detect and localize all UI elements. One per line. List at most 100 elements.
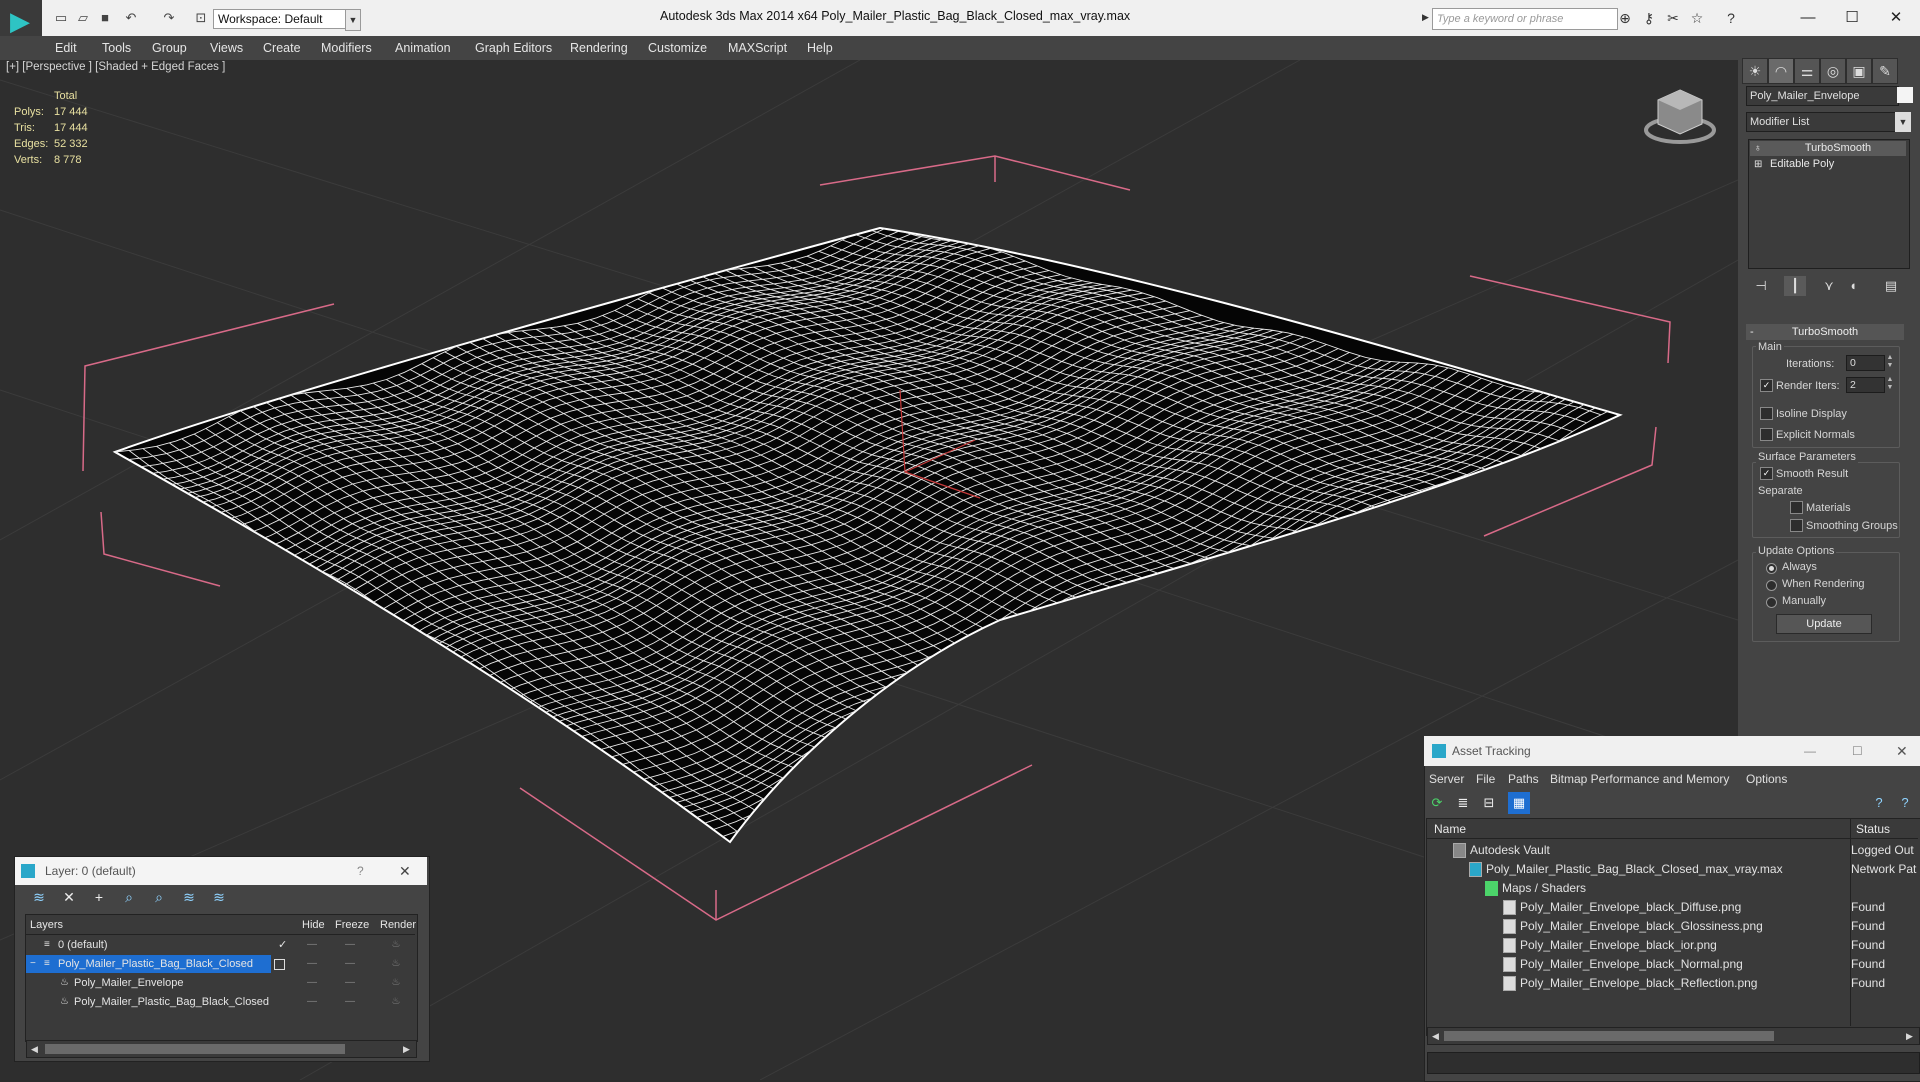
freeze-column-header[interactable]: Freeze xyxy=(335,916,369,934)
search-expand-icon[interactable]: ▶ xyxy=(1422,12,1430,24)
menu-graph-editors[interactable]: Graph Editors xyxy=(475,36,552,60)
asset-row[interactable]: Maps / Shaders xyxy=(1427,879,1920,898)
freeze-toggle[interactable]: — xyxy=(344,993,356,1011)
motion-tab-icon[interactable]: ◎ xyxy=(1820,58,1846,84)
explicit-normals-checkbox[interactable] xyxy=(1760,428,1773,441)
stack-item-turbosmooth[interactable]: ♁ TurboSmooth xyxy=(1750,141,1906,156)
hide-toggle[interactable]: — xyxy=(306,936,318,954)
pin-stack-icon[interactable]: ⊣ xyxy=(1750,276,1772,296)
menu-edit[interactable]: Edit xyxy=(55,36,77,60)
turbosmooth-rollout-header[interactable]: - TurboSmooth xyxy=(1746,324,1904,340)
asset-row[interactable]: Poly_Mailer_Envelope_black_ior.png Found xyxy=(1427,936,1920,955)
asset-menu-file[interactable]: File xyxy=(1476,770,1495,788)
menu-modifiers[interactable]: Modifiers xyxy=(321,36,372,60)
new-layer-icon[interactable]: ≋ xyxy=(28,886,50,908)
project-folder-icon[interactable]: ⊡ xyxy=(192,10,210,26)
asset-menu-server[interactable]: Server xyxy=(1429,770,1464,788)
communication-center-icon[interactable]: ✂ xyxy=(1664,10,1682,26)
maximize-button[interactable]: ☐ xyxy=(1852,736,1863,766)
menu-maxscript[interactable]: MAXScript xyxy=(728,36,787,60)
maximize-button[interactable]: ☐ xyxy=(1830,6,1874,30)
redo-icon[interactable]: ↷ xyxy=(160,10,178,26)
object-color-swatch[interactable] xyxy=(1897,87,1913,103)
viewport-label[interactable]: [+] [Perspective ] [Shaded + Edged Faces… xyxy=(6,60,225,74)
object-name-field[interactable]: Poly_Mailer_Envelope xyxy=(1746,86,1899,106)
menu-rendering[interactable]: Rendering xyxy=(570,36,628,60)
scroll-left-icon[interactable]: ◀ xyxy=(31,1041,38,1057)
separate-materials-checkbox[interactable] xyxy=(1790,501,1803,514)
viewcube-icon[interactable] xyxy=(1640,84,1720,150)
layer-row-selected[interactable]: − ≡ Poly_Mailer_Plastic_Bag_Black_Closed xyxy=(26,955,271,973)
make-active-box-icon[interactable] xyxy=(274,959,285,970)
minimize-button[interactable]: — xyxy=(1804,736,1816,766)
asset-tracking-titlebar[interactable]: Asset Tracking — ☐ ✕ xyxy=(1424,736,1920,766)
create-tab-sun-icon[interactable]: ☀ xyxy=(1742,58,1768,84)
modify-tab-icon[interactable]: ◠ xyxy=(1768,58,1794,84)
menu-group[interactable]: Group xyxy=(152,36,187,60)
menu-animation[interactable]: Animation xyxy=(395,36,451,60)
update-button[interactable]: Update xyxy=(1776,614,1872,634)
asset-row[interactable]: Poly_Mailer_Envelope_black_Normal.png Fo… xyxy=(1427,955,1920,974)
scroll-right-icon[interactable]: ▶ xyxy=(1906,1028,1913,1044)
scrollbar-thumb[interactable] xyxy=(45,1044,345,1054)
isoline-display-checkbox[interactable] xyxy=(1760,407,1773,420)
scrollbar-thumb[interactable] xyxy=(1444,1031,1774,1041)
layer-object-row[interactable]: ♨ Poly_Mailer_Plastic_Bag_Black_Closed —… xyxy=(26,993,415,1011)
freeze-all-layers-icon[interactable]: ≋ xyxy=(208,886,230,908)
refresh-icon[interactable]: ⟳ xyxy=(1426,792,1448,814)
status-column-header[interactable]: Status xyxy=(1856,820,1890,838)
layer-horizontal-scrollbar[interactable]: ◀ ▶ xyxy=(26,1040,417,1058)
stack-item-editable-poly[interactable]: ⊞ Editable Poly xyxy=(1750,157,1906,172)
layers-column-header[interactable]: Layers xyxy=(30,916,63,934)
show-end-result-icon[interactable]: ┃ xyxy=(1784,276,1806,296)
list-view-icon[interactable]: ≣ xyxy=(1452,792,1474,814)
layer-dialog-titlebar[interactable]: Layer: 0 (default) ? ✕ xyxy=(15,857,427,885)
hide-toggle[interactable]: — xyxy=(306,955,318,973)
open-folder-icon[interactable]: ▱ xyxy=(74,10,92,26)
asset-row[interactable]: Poly_Mailer_Envelope_black_Glossiness.pn… xyxy=(1427,917,1920,936)
menu-tools[interactable]: Tools xyxy=(102,36,131,60)
close-button[interactable]: ✕ xyxy=(1874,6,1918,30)
asset-horizontal-scrollbar[interactable]: ◀ ▶ xyxy=(1427,1027,1920,1045)
asset-menu-options[interactable]: Options xyxy=(1746,770,1787,788)
render-teapot-icon[interactable]: ♨ xyxy=(390,993,402,1011)
thumbnail-view-icon[interactable]: ⊟ xyxy=(1478,792,1500,814)
freeze-toggle[interactable]: — xyxy=(344,974,356,992)
separate-smoothing-groups-checkbox[interactable] xyxy=(1790,519,1803,532)
freeze-toggle[interactable]: — xyxy=(344,936,356,954)
workspace-dropdown-arrow-icon[interactable]: ▼ xyxy=(345,9,361,31)
new-file-icon[interactable]: ▭ xyxy=(52,10,70,26)
search-input[interactable]: Type a keyword or phrase xyxy=(1432,8,1618,30)
help-button[interactable]: ? xyxy=(357,857,364,885)
table-view-icon[interactable]: ▦ xyxy=(1508,792,1530,814)
make-unique-icon[interactable]: ⋎ xyxy=(1818,276,1840,296)
minimize-button[interactable]: — xyxy=(1786,6,1830,30)
highlight-selected-layer-icon[interactable]: ⌕ xyxy=(148,886,170,908)
chevron-down-icon[interactable]: ▼ xyxy=(1895,112,1911,132)
asset-row[interactable]: Poly_Mailer_Envelope_black_Diffuse.png F… xyxy=(1427,898,1920,917)
menu-help[interactable]: Help xyxy=(807,36,833,60)
layer-object-row[interactable]: ♨ Poly_Mailer_Envelope — — ♨ xyxy=(26,974,415,992)
when-rendering-radio[interactable] xyxy=(1766,580,1777,591)
asset-close-button[interactable]: ✕ xyxy=(1896,736,1908,766)
binoculars-icon[interactable]: ⊕ xyxy=(1616,10,1634,26)
select-objects-in-layer-icon[interactable]: ⌕ xyxy=(118,886,140,908)
hierarchy-tab-icon[interactable]: ⚌ xyxy=(1794,58,1820,84)
scroll-left-icon[interactable]: ◀ xyxy=(1432,1028,1439,1044)
render-teapot-icon[interactable]: ♨ xyxy=(390,936,402,954)
smooth-result-checkbox[interactable]: ✓ xyxy=(1760,467,1773,480)
remove-modifier-icon[interactable]: ◖ xyxy=(1842,276,1864,296)
configure-modifier-sets-icon[interactable]: ▤ xyxy=(1880,276,1902,296)
delete-layer-icon[interactable]: ✕ xyxy=(58,886,80,908)
name-column-header[interactable]: Name xyxy=(1434,820,1466,838)
menu-customize[interactable]: Customize xyxy=(648,36,707,60)
asset-path-field[interactable] xyxy=(1427,1052,1920,1074)
help-icon[interactable]: ? xyxy=(1868,792,1890,814)
hide-toggle[interactable]: — xyxy=(306,993,318,1011)
collapse-minus-icon[interactable]: - xyxy=(1750,324,1754,340)
help-icon[interactable]: ? xyxy=(1894,792,1916,814)
save-icon[interactable]: ■ xyxy=(96,10,114,26)
active-layer-check-icon[interactable]: ✓ xyxy=(278,936,287,954)
spinner-arrows-icon[interactable]: ▲ ▼ xyxy=(1886,376,1894,392)
add-to-layer-icon[interactable]: + xyxy=(88,886,110,908)
